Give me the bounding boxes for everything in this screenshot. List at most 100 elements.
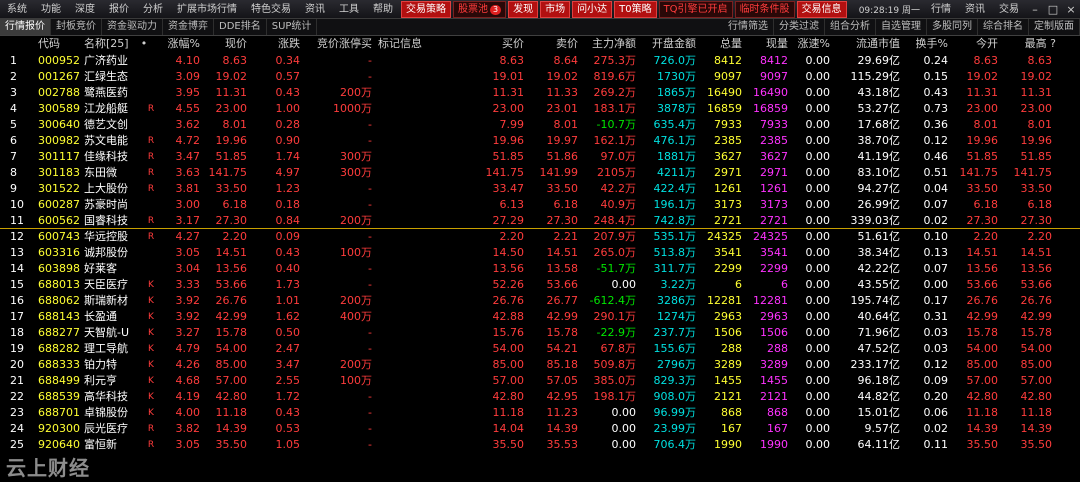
menu-highlight-button[interactable]: 交易信息	[796, 0, 847, 18]
cell-idx: 22	[10, 390, 24, 403]
cell-flag	[140, 261, 162, 277]
table-row[interactable]: 10 600287 苏豪时尚 3.00 6.18 0.18-6.13 6.18 40.9万 19…	[0, 197, 1080, 213]
table-row[interactable]: 4 300589 江龙船艇 R 4.55 23.00 1.00 1000万 23.00 23.01…	[0, 101, 1080, 117]
table-row[interactable]: 24 920300 辰光医疗 R 3.82 14.39 0.53-14.04 14.39 0.0…	[0, 421, 1080, 437]
column-header[interactable]: 换手%	[900, 36, 948, 52]
tab-bar: 行情报价 封板竞价 资金驱动力 资金博弈 DDE排名 SUP统计 行情筛选 分类过滤 组合分析自…	[0, 19, 1080, 36]
table-row[interactable]: 12 600743 华远控股 R 4.27 2.20 0.09-2.20 2.21 207.9万…	[0, 229, 1080, 245]
table-row[interactable]: 6 300982 苏文电能 R 4.72 19.96 0.90-19.96 19.97 162.…	[0, 133, 1080, 149]
close-icon[interactable]: ×	[1062, 3, 1080, 16]
column-header[interactable]: •	[136, 36, 152, 52]
column-header[interactable]: 现价	[200, 36, 247, 52]
table-row[interactable]: 19 688282 理工导航 K 4.79 54.00 2.47-54.00 54.21 67.…	[0, 341, 1080, 357]
tab-5[interactable]: SUP统计	[267, 19, 318, 35]
table-row[interactable]: 11 600562 国睿科技 R 3.17 27.30 0.84 200万 27.29 27.30…	[0, 213, 1080, 229]
cell-mcap: 64.11亿	[857, 438, 901, 451]
table-row[interactable]: 13 603316 诚邦股份 3.05 14.51 0.43 100万 14.50 14.51 2…	[0, 245, 1080, 261]
table-row[interactable]: 7 301117 佳缘科技 R 3.47 51.85 1.74 300万 51.85 51.86 9…	[0, 149, 1080, 165]
column-header[interactable]: 涨速%	[788, 36, 830, 52]
table-row[interactable]: 25 920640 富恒新 R 3.05 35.50 1.05-35.50 35.53 0.00…	[0, 437, 1080, 453]
tab-right-2[interactable]: 组合分析	[825, 19, 876, 35]
tab-1[interactable]: 封板竞价	[51, 19, 102, 35]
column-header[interactable]: 主力净额	[578, 36, 636, 52]
table-row[interactable]: 17 688143 长盈通 K 3.92 42.99 1.62 400万 42.88 42.99 2…	[0, 309, 1080, 325]
table-row[interactable]: 21 688499 利元亨 K 4.68 57.00 2.55 100万 57.00 57.05 3…	[0, 373, 1080, 389]
menu-item[interactable]: 报价	[102, 0, 136, 19]
cell-open_amt: 3.22万	[660, 278, 697, 291]
menu-highlight-button[interactable]: TQ引擎已开启	[658, 0, 733, 18]
menu-highlight-button[interactable]: 发现	[508, 0, 539, 18]
column-header[interactable]: 现量	[742, 36, 788, 52]
minimize-icon[interactable]: –	[1026, 3, 1044, 16]
maximize-icon[interactable]: □	[1044, 3, 1062, 16]
cell-turn: 0.02	[923, 214, 949, 227]
table-row[interactable]: 15 688013 天臣医疗 K 3.33 53.66 1.73-52.26 53.66 0.0…	[0, 277, 1080, 293]
menu-highlight-button[interactable]: 临时条件股	[734, 0, 795, 18]
tab-right-5[interactable]: 综合排名	[978, 19, 1029, 35]
menu-item[interactable]: 功能	[34, 0, 68, 19]
menu-right-item[interactable]: 交易	[992, 0, 1026, 19]
menu-item[interactable]: 扩展市场行情	[170, 0, 244, 19]
table-row[interactable]: 22 688539 高华科技 K 4.19 42.80 1.72-42.80 42.95 198…	[0, 389, 1080, 405]
table-row[interactable]: 23 688701 卓锦股份 K 4.00 11.18 0.43-11.18 11.23 0.0…	[0, 405, 1080, 421]
column-header[interactable]: 流通市值	[830, 36, 900, 52]
column-header[interactable]: 涨幅%	[160, 36, 200, 52]
column-header[interactable]: 涨跌	[252, 36, 300, 52]
cell-idx: 12	[10, 230, 24, 243]
cell-code: 002788	[38, 86, 80, 99]
cell-mcap: 96.18亿	[857, 374, 901, 387]
table-row[interactable]: 8 301183 东田微 R 3.63 141.75 4.97 300万 141.75 141.9…	[0, 165, 1080, 181]
column-header[interactable]: 最高 ?	[998, 36, 1056, 52]
cell-speed: 0.00	[805, 118, 831, 131]
menu-highlight-button[interactable]: 问小达	[572, 0, 613, 18]
menu-highlight-button[interactable]: 交易策略	[401, 0, 451, 18]
table-row[interactable]: 20 688333 铂力特 K 4.26 85.00 3.47 200万 85.00 85.18 5…	[0, 357, 1080, 373]
column-header[interactable]: 标记信息	[378, 36, 458, 52]
column-header[interactable]: 总量	[696, 36, 742, 52]
table-row[interactable]: 5 300640 德艺文创 3.62 8.01 0.28-7.99 8.01 -10.7万 63…	[0, 117, 1080, 133]
tab-0[interactable]: 行情报价	[0, 19, 51, 35]
table-row[interactable]: 2 001267 汇绿生态 3.09 19.02 0.57-19.01 19.02 819.6…	[0, 69, 1080, 85]
menu-highlight-button[interactable]: 股票池 3	[453, 0, 507, 18]
cell-speed: 0.00	[805, 150, 831, 163]
menu-item[interactable]: 资讯	[298, 0, 332, 19]
column-header[interactable]: 开盘金额	[636, 36, 696, 52]
table-row[interactable]: 18 688277 天智航-U K 3.27 15.78 0.50-15.76 15.78 -2…	[0, 325, 1080, 341]
cell-idx: 23	[10, 406, 24, 419]
column-header[interactable]: 今开	[948, 36, 998, 52]
menu-right-item[interactable]: 资讯	[958, 0, 992, 19]
tab-right-6[interactable]: 定制版面	[1029, 19, 1080, 35]
menu-item[interactable]: 分析	[136, 0, 170, 19]
menu-item[interactable]: 深度	[68, 0, 102, 19]
column-header[interactable]: 代码	[38, 36, 78, 52]
tab-right-1[interactable]: 分类过滤	[774, 19, 825, 35]
tab-4[interactable]: DDE排名	[214, 19, 267, 35]
table-row[interactable]: 16 688062 斯瑞新材 K 3.92 26.76 1.01 200万 26.76 26.77…	[0, 293, 1080, 309]
cell-open_amt: 237.7万	[653, 326, 697, 339]
tab-3[interactable]: 资金博弈	[163, 19, 214, 35]
cell-idx: 14	[10, 262, 24, 275]
menu-highlight-button[interactable]: 市场	[540, 0, 571, 18]
cell-code: 920640	[38, 438, 80, 451]
table-row[interactable]: 9 301522 上大股份 R 3.81 33.50 1.23-33.47 33.50 42.2…	[0, 181, 1080, 197]
column-header[interactable]: 卖价	[524, 36, 578, 52]
table-row[interactable]: 1 000952 广济药业 4.10 8.63 0.34-8.63 8.64 275.3万 72…	[0, 53, 1080, 69]
tab-right-4[interactable]: 多股同列	[927, 19, 978, 35]
table-row[interactable]: 14 603898 好莱客 3.04 13.56 0.40-13.56 13.58 -51.7…	[0, 261, 1080, 277]
menu-item[interactable]: 工具	[332, 0, 366, 19]
cell-turn: 0.02	[923, 422, 949, 435]
menu-right-item[interactable]: 行情	[924, 0, 958, 19]
menu-item[interactable]: 系统	[0, 0, 34, 19]
menu-highlight-button[interactable]: T0策略	[614, 0, 657, 18]
menu-item[interactable]: 特色交易	[244, 0, 298, 19]
menu-item[interactable]: 帮助	[366, 0, 400, 19]
column-header[interactable]: 竞价涨停买	[300, 36, 372, 52]
column-header[interactable]: 名称[25]	[84, 36, 144, 52]
tab-right-3[interactable]: 自选管理	[876, 19, 927, 35]
column-header[interactable]: 买价	[470, 36, 524, 52]
tab-2[interactable]: 资金驱动力	[102, 19, 163, 35]
cell-open: 33.50	[966, 182, 999, 195]
table-row[interactable]: 3 002788 鹭燕医药 3.95 11.31 0.43 200万 11.31 11.33 26…	[0, 85, 1080, 101]
tab-right-0[interactable]: 行情筛选	[723, 19, 774, 35]
cell-speed: 0.00	[805, 134, 831, 147]
